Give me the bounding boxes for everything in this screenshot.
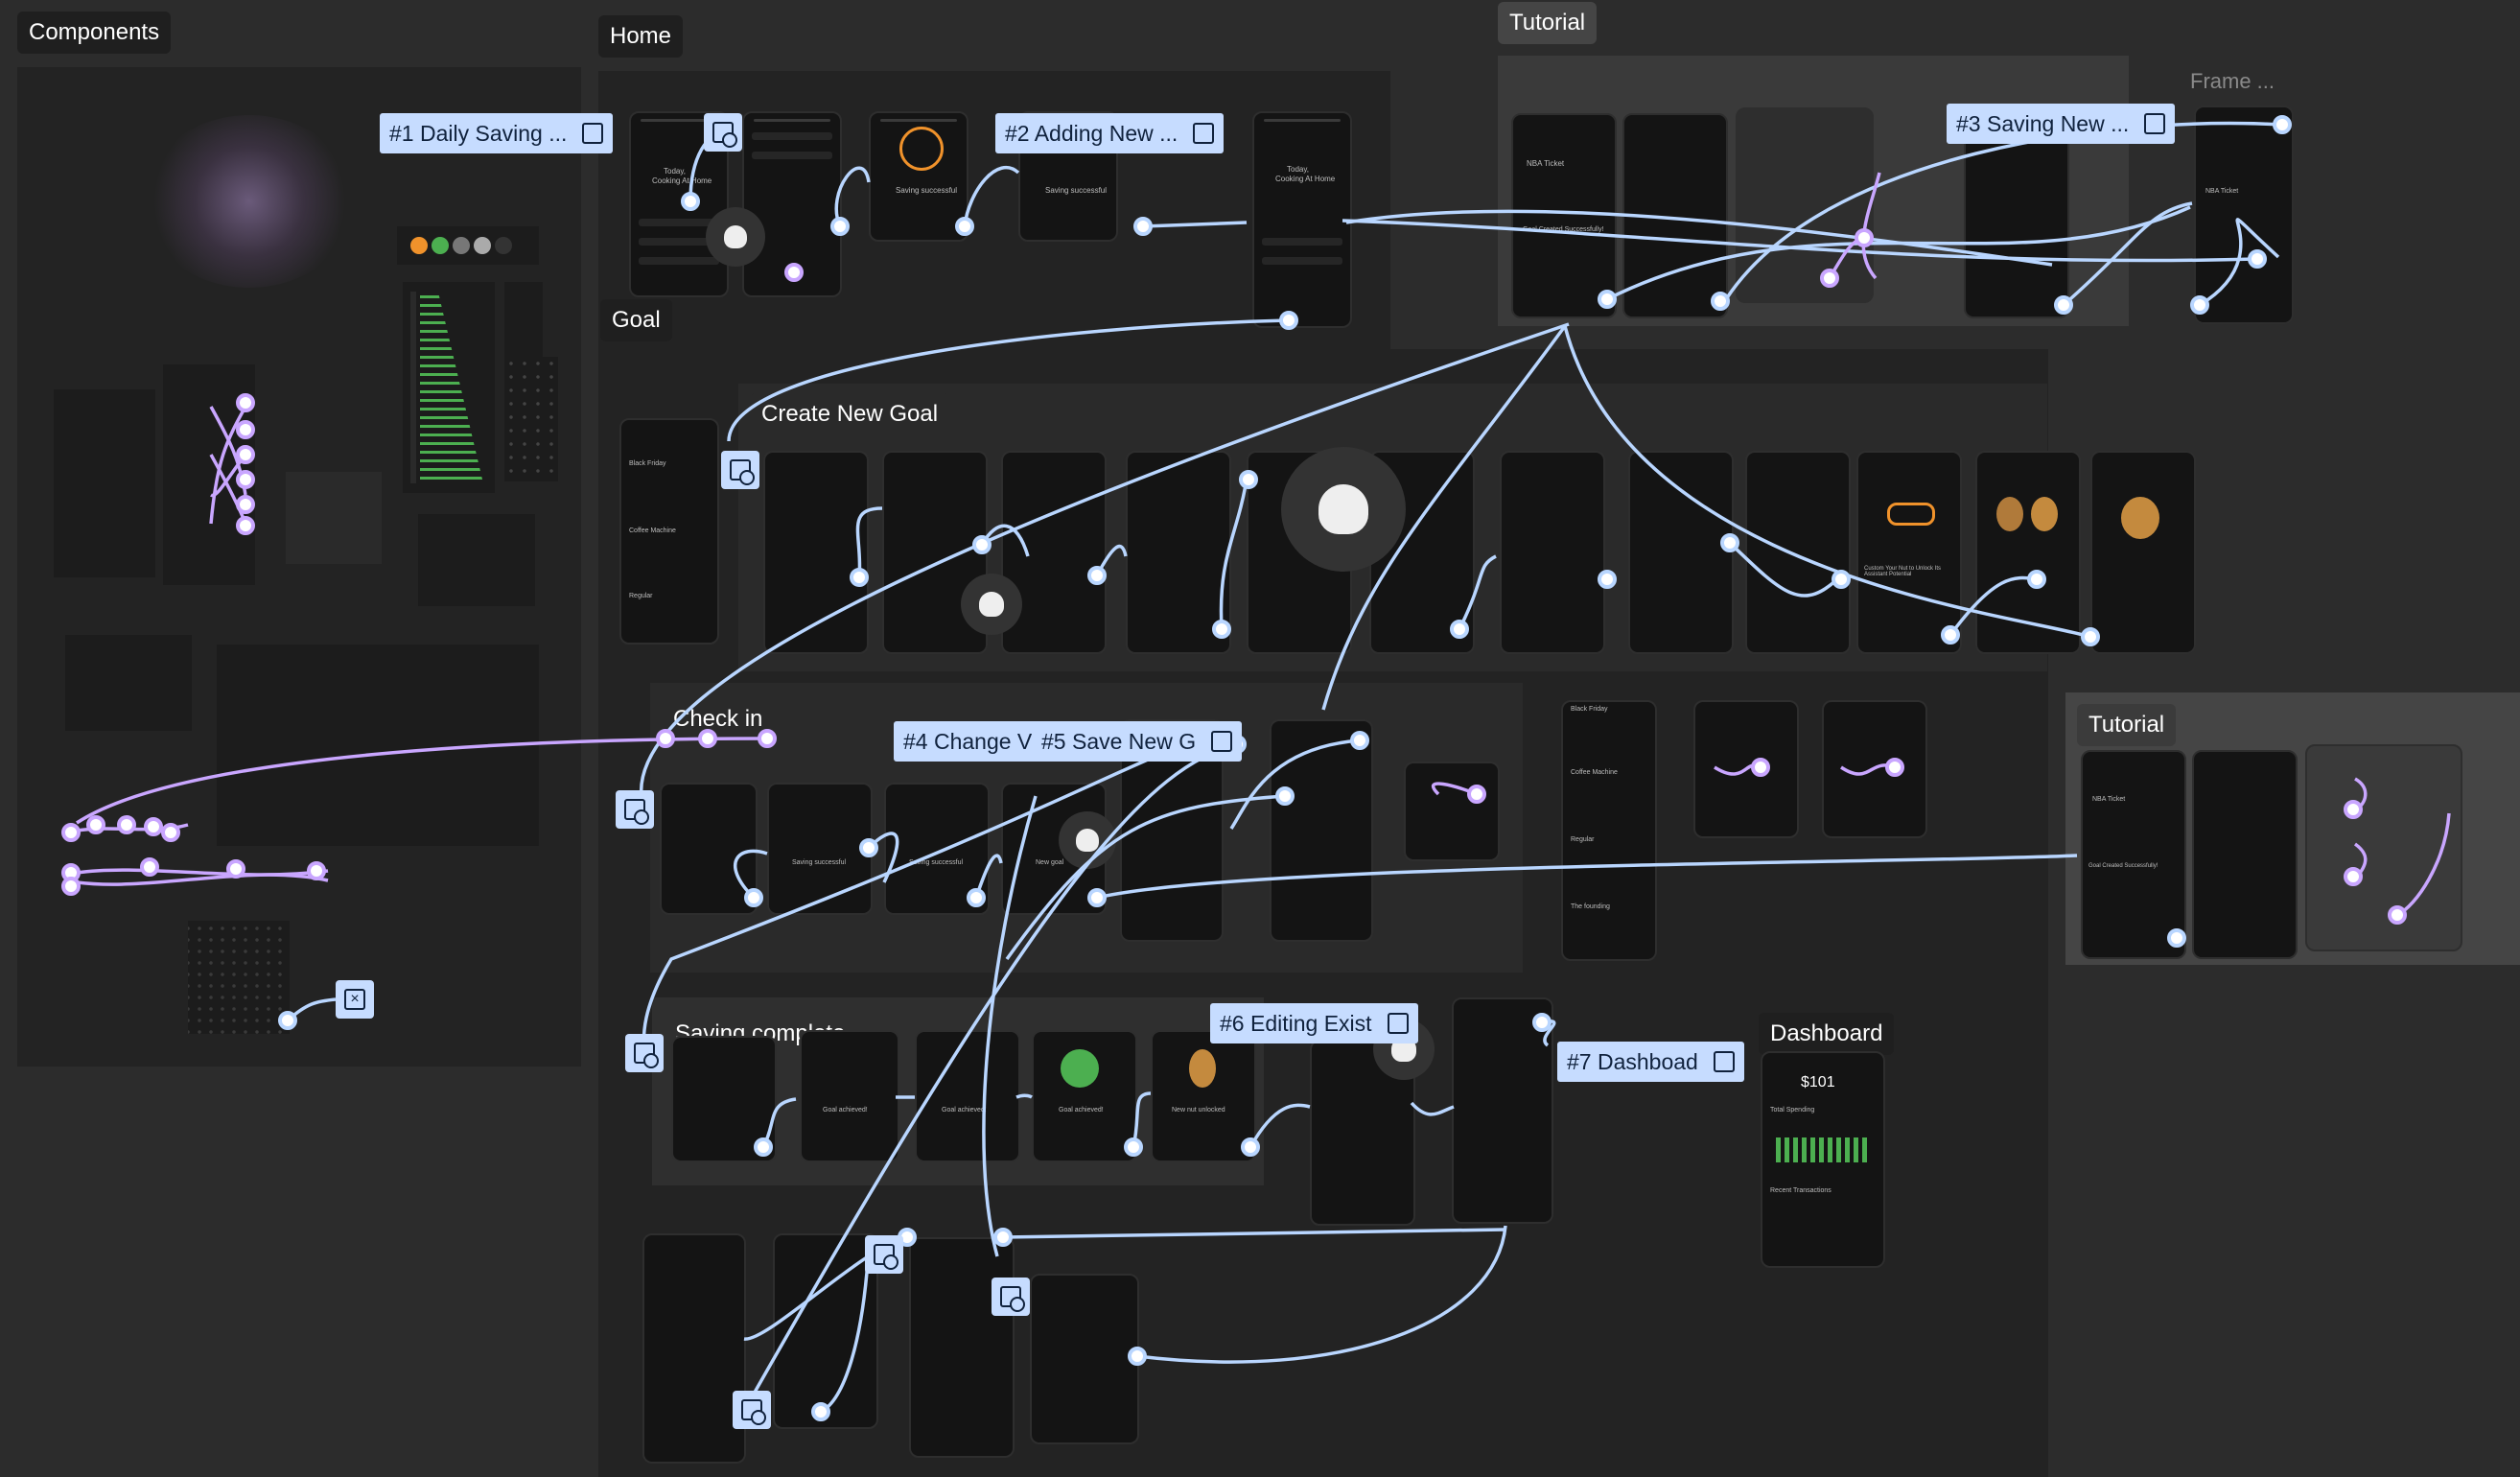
play-icon bbox=[883, 1254, 898, 1270]
flow-start-node-5[interactable] bbox=[865, 1235, 903, 1274]
play-icon bbox=[739, 470, 755, 485]
flow-tag-saving-new[interactable]: #3 Saving New ... bbox=[1947, 104, 2176, 144]
flow-start-node-6[interactable] bbox=[992, 1278, 1030, 1316]
flow-icon bbox=[1211, 731, 1233, 752]
play-icon bbox=[751, 1410, 766, 1425]
flow-start-node-4[interactable] bbox=[625, 1034, 664, 1072]
flow-icon bbox=[1193, 123, 1215, 144]
play-icon bbox=[1010, 1297, 1025, 1312]
flow-icon bbox=[582, 123, 604, 144]
play-icon bbox=[722, 132, 737, 148]
flow-start-node-3[interactable] bbox=[616, 790, 654, 829]
flow-start-node-2[interactable] bbox=[721, 451, 759, 489]
flow-tag-save-new-goal[interactable]: #5 Save New G bbox=[1032, 721, 1243, 762]
flow-start-node-7[interactable] bbox=[733, 1391, 771, 1429]
flow-tag-dashboard[interactable]: #7 Dashboad bbox=[1557, 1042, 1744, 1082]
flow-icon bbox=[2144, 113, 2166, 134]
play-icon bbox=[634, 809, 649, 825]
flow-tag-change[interactable]: #4 Change V bbox=[894, 721, 1047, 762]
flow-start-node-1[interactable] bbox=[704, 113, 742, 152]
prototype-connections bbox=[61, 115, 2451, 1421]
play-icon bbox=[643, 1053, 659, 1068]
flow-icon bbox=[1713, 1051, 1735, 1072]
flow-icon bbox=[1387, 1013, 1409, 1034]
flow-tag-adding-new[interactable]: #2 Adding New ... bbox=[995, 113, 1225, 153]
flow-tag-daily-saving[interactable]: #1 Daily Saving ... bbox=[380, 113, 614, 153]
flow-tag-editing-existing[interactable]: #6 Editing Exist bbox=[1210, 1003, 1418, 1043]
